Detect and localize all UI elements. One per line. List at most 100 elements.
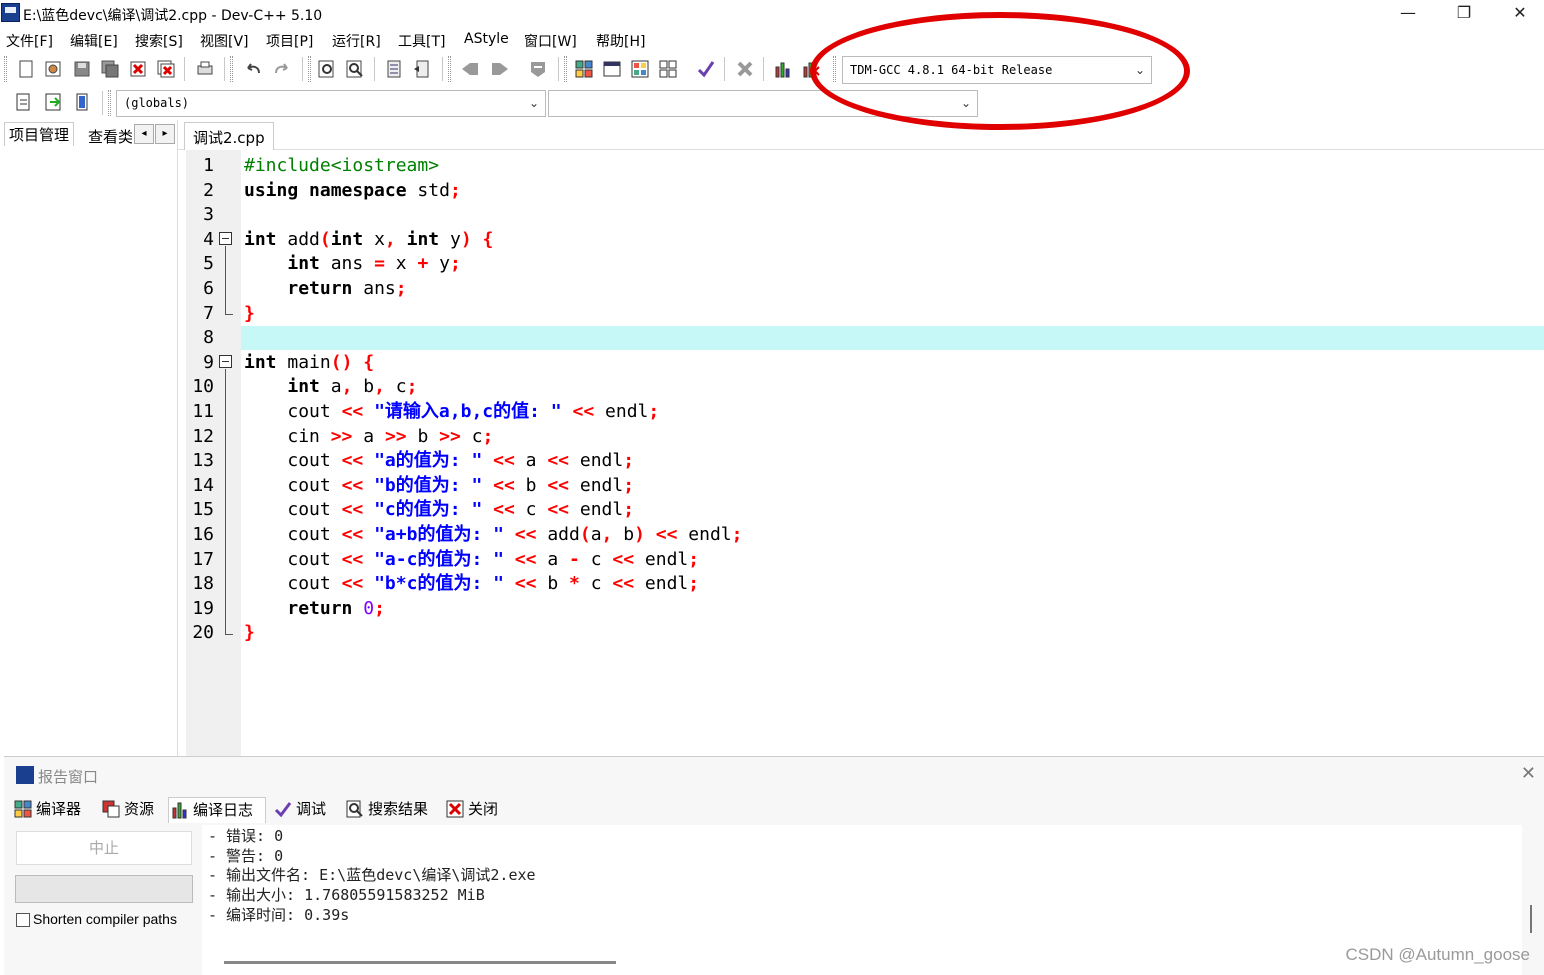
watermark: CSDN @Autumn_goose [1345,945,1530,964]
search-results-icon [346,800,363,818]
menu-file[interactable]: 文件[F] [6,31,53,51]
close-file-icon[interactable] [128,59,148,79]
code-line[interactable]: cout << "a-c的值为: " << a - c << endl; [244,548,699,573]
tab-debug[interactable]: 调试 [272,797,326,823]
redo-icon[interactable] [272,59,292,79]
undo-icon[interactable] [243,59,263,79]
fold-end [225,314,233,315]
line-number: 10 [192,376,214,398]
toolbar-separator [184,57,185,81]
replace-icon[interactable] [345,59,365,79]
devcpp-app-icon [1,3,20,22]
code-line[interactable]: int main() { [244,351,374,376]
close-button[interactable]: ✕ [1492,0,1544,28]
fold-toggle-icon[interactable] [219,232,232,245]
log-horizontal-scrollbar[interactable] [224,961,616,964]
go-back-icon[interactable] [460,59,480,79]
menu-project[interactable]: 项目[P] [266,31,313,51]
profile-chart-icon[interactable] [773,59,793,79]
new-project-icon[interactable] [14,92,34,112]
bookmark-icon[interactable] [528,59,548,79]
line-number: 4 [203,228,214,250]
code-line[interactable]: int a, b, c; [244,375,417,400]
tab-compile-log[interactable]: 编译日志 [168,797,266,823]
indent-icon[interactable] [384,59,404,79]
menu-tools[interactable]: 工具[T] [398,31,445,51]
code-line[interactable]: cout << "a+b的值为: " << add(a, b) << endl; [244,523,742,548]
new-file-icon[interactable] [16,59,36,79]
code-line[interactable]: cout << "b*c的值为: " << b * c << endl; [244,572,699,597]
line-number: 18 [192,573,214,595]
tab-resources[interactable]: 资源 [100,797,154,823]
code-line[interactable]: return ans; [244,277,406,302]
rebuild-icon[interactable] [658,59,678,79]
close-all-icon[interactable] [156,59,176,79]
log-line: - 输出文件名: E:\蓝色devc\编译\调试2.exe [208,866,536,884]
line-number: 11 [192,401,214,422]
toolbar-grip[interactable] [4,56,7,82]
compile-icon[interactable] [574,59,594,79]
code-line[interactable]: cout << "a的值为: " << a << endl; [244,449,634,474]
editor-tab-file[interactable]: 调试2.cpp [184,122,274,150]
shorten-paths-checkbox[interactable] [16,913,30,927]
stop-compile-button[interactable]: 中止 [16,831,192,865]
minimize-button[interactable]: — [1380,0,1436,28]
go-forward-icon[interactable] [490,59,510,79]
menu-search[interactable]: 搜索[S] [135,31,183,51]
report-window: 报告窗口 ✕ 编译器 资源 编译日志 调试 搜索结果 关闭 中止 Shorten… [4,756,1544,975]
compile-log-output[interactable]: - 错误: 0 - 警告: 0 - 输出文件名: E:\蓝色devc\编译\调试… [202,825,1522,975]
toolbar-grip[interactable] [564,56,567,82]
tab-scroll-left-button[interactable]: ◂ [134,124,154,144]
toolbar-grip[interactable] [108,90,111,116]
menu-run[interactable]: 运行[R] [332,31,381,51]
toolbar-grip[interactable] [448,56,451,82]
code-line[interactable]: return 0; [244,597,385,622]
scope-select[interactable]: (globals) ⌄ [116,90,546,117]
code-line[interactable]: int ans = x + y; [244,252,460,277]
tab-compiler[interactable]: 编译器 [12,797,81,823]
tab-class-browser[interactable]: 查看类 [88,126,132,147]
code-line[interactable]: int add(int x, int y) { [244,228,493,253]
run-icon[interactable] [602,59,622,79]
editor-tab-bar: 调试2.cpp [178,120,1544,150]
compile-run-icon[interactable] [630,59,650,79]
find-icon[interactable] [317,59,337,79]
stop-execution-icon[interactable] [735,59,755,79]
menu-astyle[interactable]: AStyle [464,31,509,47]
fold-toggle-icon[interactable] [219,355,232,368]
code-line[interactable]: using namespace std; [244,179,461,204]
code-line[interactable]: } [244,302,255,327]
log-vertical-scrollbar[interactable] [1530,905,1532,933]
toolbar-grip[interactable] [308,56,311,82]
unindent-icon[interactable] [412,59,432,79]
toolbar-grip[interactable] [230,56,233,82]
remove-from-project-icon[interactable] [72,92,92,112]
menu-view[interactable]: 视图[V] [200,31,249,51]
code-line[interactable]: cout << "请输入a,b,c的值: " << endl; [244,400,659,425]
tab-project-manager[interactable]: 项目管理 [4,122,75,146]
save-icon[interactable] [72,59,92,79]
menu-edit[interactable]: 编辑[E] [70,31,118,51]
save-all-icon[interactable] [100,59,120,79]
menu-help[interactable]: 帮助[H] [596,31,645,51]
menu-window[interactable]: 窗口[W] [524,31,577,51]
code-line[interactable]: #include<iostream> [244,154,439,179]
code-line[interactable]: cout << "c的值为: " << c << endl; [244,498,634,523]
tab-search-results[interactable]: 搜索结果 [344,797,428,823]
code-line[interactable]: } [244,621,255,646]
code-line[interactable]: cin >> a >> b >> c; [244,425,493,450]
code-line[interactable]: cout << "b的值为: " << b << endl; [244,474,634,499]
report-close-icon[interactable]: ✕ [1521,763,1536,784]
check-icon [274,802,292,818]
restore-button[interactable]: ❐ [1436,0,1492,28]
tab-scroll-right-button[interactable]: ▸ [155,124,175,144]
syntax-check-icon[interactable] [696,59,716,79]
line-number: 1 [203,155,214,176]
line-number: 14 [192,474,214,496]
fold-guide [225,246,226,314]
fold-guide [225,369,226,634]
print-icon[interactable] [195,59,215,79]
tab-close[interactable]: 关闭 [444,797,498,823]
open-file-icon[interactable] [43,59,63,79]
add-to-project-icon[interactable] [43,92,63,112]
